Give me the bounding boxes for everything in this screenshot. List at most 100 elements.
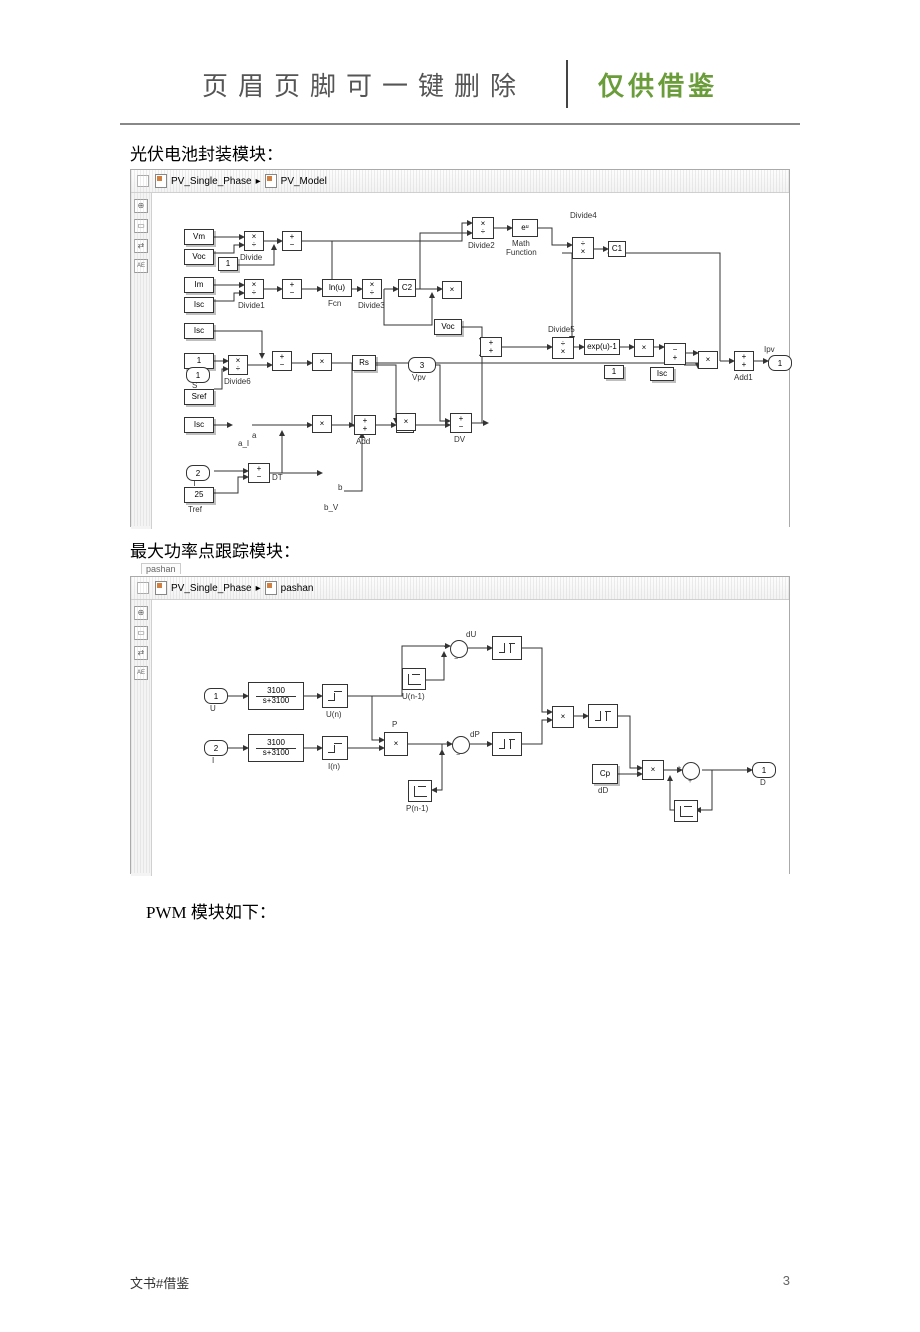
- label-dd: dD: [598, 786, 608, 795]
- canvas-pashan[interactable]: 1 U 2 I 3100 s+3100 3100 s+3100: [152, 600, 789, 876]
- add1-block[interactable]: ++: [734, 351, 754, 371]
- const-cp[interactable]: Cp: [592, 764, 618, 784]
- inport-u[interactable]: 1: [204, 688, 228, 704]
- header-right-text: 仅供借鉴: [588, 66, 718, 103]
- fcn-ln[interactable]: ln(u): [322, 279, 352, 297]
- const-sref[interactable]: Sref: [184, 389, 214, 405]
- footer-left: 文书#借鉴: [130, 1273, 189, 1292]
- breadcrumb-bar: PV_Single_Phase ▸ PV_Model: [131, 170, 789, 193]
- label-p: P: [392, 720, 397, 729]
- product-dudp[interactable]: ×: [552, 706, 574, 728]
- add-voc[interactable]: ++: [480, 337, 502, 357]
- sum-dp[interactable]: [452, 736, 470, 754]
- label-add: Add: [356, 437, 370, 446]
- relay-dp[interactable]: [492, 732, 522, 756]
- model-icon: [265, 581, 277, 595]
- const-one-a[interactable]: 1: [218, 257, 238, 271]
- divide-block[interactable]: ×÷: [244, 231, 264, 251]
- const-isc[interactable]: Isc: [184, 297, 214, 313]
- section2-title: 最大功率点跟踪模块：: [130, 537, 790, 562]
- chevron-right-icon: ▸: [256, 583, 261, 594]
- divide3-block[interactable]: ×÷: [362, 279, 382, 299]
- label-divide2: Divide2: [468, 241, 495, 250]
- divide6-block[interactable]: ×÷: [228, 355, 248, 375]
- header-left-text: 页眉页脚可一键删除: [202, 66, 546, 103]
- sum-dp-plus: +: [446, 740, 450, 747]
- goto-c2[interactable]: C2: [398, 279, 416, 297]
- label-tref: Tref: [188, 505, 202, 514]
- sum-du-minus: −: [454, 656, 458, 663]
- goto-c1[interactable]: C1: [608, 241, 626, 257]
- product-a[interactable]: ×: [312, 415, 332, 433]
- const-voc[interactable]: Voc: [184, 249, 214, 265]
- breadcrumb-root[interactable]: PV_Single_Phase: [171, 176, 252, 187]
- label-pn1: P(n-1): [406, 804, 428, 813]
- product-s[interactable]: ×: [312, 353, 332, 371]
- inport-i[interactable]: 2: [204, 740, 228, 756]
- fcn-exp[interactable]: exp(u)-1: [584, 339, 620, 355]
- sum-du[interactable]: [450, 640, 468, 658]
- inport-s[interactable]: 1: [186, 367, 210, 383]
- product-final[interactable]: ×: [698, 351, 718, 369]
- outport-ipv[interactable]: 1: [768, 355, 792, 371]
- mem-d[interactable]: [674, 800, 698, 822]
- zoh-i[interactable]: [322, 736, 348, 760]
- const-vm[interactable]: Vm: [184, 229, 214, 245]
- const-voc2[interactable]: Voc: [434, 319, 462, 335]
- sub-dv[interactable]: +−: [450, 413, 472, 433]
- relay-out[interactable]: [588, 704, 618, 728]
- const-isc3[interactable]: Isc: [184, 323, 214, 339]
- math-eu[interactable]: eᵘ: [512, 219, 538, 237]
- subtract2[interactable]: +−: [282, 279, 302, 299]
- model-icon: [155, 581, 167, 595]
- const-rs[interactable]: Rs: [352, 355, 376, 371]
- mem-un1[interactable]: [402, 668, 426, 690]
- product-cp[interactable]: ×: [642, 760, 664, 780]
- label-dv: DV: [454, 435, 465, 444]
- breadcrumb-child-2[interactable]: pashan: [281, 583, 314, 594]
- inport-t[interactable]: 2: [186, 465, 210, 481]
- add-block[interactable]: ++: [354, 415, 376, 435]
- const-isc2[interactable]: Isc: [184, 417, 214, 433]
- relay-du[interactable]: [492, 636, 522, 660]
- divide1-block[interactable]: ×÷: [244, 279, 264, 299]
- canvas-pvmodel[interactable]: Vm Voc Im Isc 1 Isc 1 1 S Sref Isc 2 T 2…: [152, 193, 789, 529]
- tf-den: s+3100: [263, 697, 289, 705]
- label-divide6: Divide6: [224, 377, 251, 386]
- sub-s[interactable]: +−: [272, 351, 292, 371]
- sub-final[interactable]: −+: [664, 343, 686, 365]
- divide5-block[interactable]: ÷×: [552, 337, 574, 359]
- label-du: dU: [466, 630, 476, 639]
- sub-t[interactable]: +−: [248, 463, 270, 483]
- product-rs[interactable]: ×: [396, 413, 416, 431]
- label-in: I(n): [328, 762, 340, 771]
- section1-title: 光伏电池封装模块：: [130, 140, 790, 165]
- breadcrumb-child[interactable]: PV_Model: [281, 176, 327, 187]
- product-exp[interactable]: ×: [634, 339, 654, 357]
- const-one-c[interactable]: 1: [604, 365, 624, 379]
- tf-u[interactable]: 3100 s+3100: [248, 682, 304, 710]
- divide2-block[interactable]: ×÷: [472, 217, 494, 239]
- product-p[interactable]: ×: [384, 732, 408, 756]
- mem-pn1[interactable]: [408, 780, 432, 802]
- const-25[interactable]: 25: [184, 487, 214, 503]
- outport-d[interactable]: 1: [752, 762, 776, 778]
- window-tab[interactable]: pashan: [141, 563, 181, 574]
- const-isc4[interactable]: Isc: [650, 367, 674, 381]
- inport-i-label: I: [212, 756, 214, 765]
- const-im[interactable]: Im: [184, 277, 214, 293]
- label-divide3: Divide3: [358, 301, 385, 310]
- sum-dp-minus: −: [456, 752, 460, 759]
- inport-vpv[interactable]: 3: [408, 357, 436, 373]
- page: 页眉页脚可一键删除 仅供借鉴 光伏电池封装模块： PV_Single_Phase…: [0, 0, 920, 1332]
- label-a: a: [252, 431, 256, 440]
- breadcrumb-root-2[interactable]: PV_Single_Phase: [171, 583, 252, 594]
- subtract1[interactable]: +−: [282, 231, 302, 251]
- zoh-u[interactable]: [322, 684, 348, 708]
- label-aI: a_I: [238, 439, 249, 448]
- product-mid[interactable]: ×: [442, 281, 462, 299]
- tf-i[interactable]: 3100 s+3100: [248, 734, 304, 762]
- gain-a[interactable]: [234, 417, 250, 435]
- divide4-block[interactable]: ÷×: [572, 237, 594, 259]
- section3-title: PWM 模块如下：: [146, 898, 790, 923]
